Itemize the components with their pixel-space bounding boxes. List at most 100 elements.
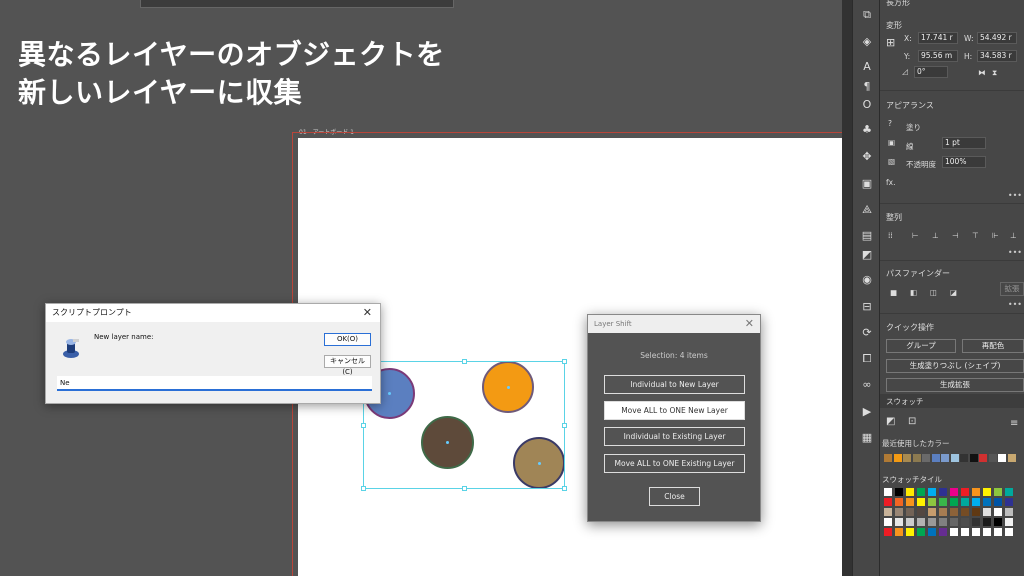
swatch[interactable]	[939, 488, 947, 496]
swatch-grid-icon[interactable]: ⊡	[908, 416, 916, 427]
reference-point-icon[interactable]: ⊞	[886, 36, 895, 49]
individual-to-existing-layer-button[interactable]: Individual to Existing Layer	[604, 427, 745, 446]
stroke-weight-field[interactable]: 1 pt	[942, 137, 986, 149]
appearance-icon[interactable]: ◉	[860, 273, 874, 287]
selection-bounding-box[interactable]	[361, 359, 567, 491]
swatch[interactable]	[983, 498, 991, 506]
swatch[interactable]	[1005, 508, 1013, 516]
individual-to-new-layer-button[interactable]: Individual to New Layer	[604, 375, 745, 394]
swatch[interactable]	[884, 518, 892, 526]
more-options-icon[interactable]: •••	[1008, 300, 1022, 309]
swatch[interactable]	[906, 528, 914, 536]
swatch[interactable]	[961, 518, 969, 526]
more-options-icon[interactable]: •••	[1008, 248, 1022, 257]
swatch[interactable]	[972, 488, 980, 496]
align-middle-icon[interactable]: ⊩	[992, 231, 999, 240]
swatch[interactable]	[906, 488, 914, 496]
close-icon[interactable]: ✕	[745, 317, 754, 330]
list-view-icon[interactable]: ≡	[1010, 418, 1018, 429]
links-icon[interactable]: ⟳	[860, 326, 874, 340]
swatch[interactable]	[928, 518, 936, 526]
swatch[interactable]	[972, 508, 980, 516]
move-all-to-one-existing-layer-button[interactable]: Move ALL to ONE Existing Layer	[604, 454, 745, 473]
swatch[interactable]	[950, 508, 958, 516]
unite-icon[interactable]: ■	[890, 288, 897, 297]
swatch[interactable]	[917, 518, 925, 526]
swatch[interactable]	[1007, 454, 1016, 462]
swatch[interactable]	[884, 528, 892, 536]
angle-field[interactable]: 0°	[914, 66, 948, 78]
swatch[interactable]	[972, 498, 980, 506]
resize-handle[interactable]	[361, 423, 366, 428]
swatch[interactable]	[961, 528, 969, 536]
align-to-icon[interactable]: ⁞⁞	[888, 231, 893, 240]
link-icon[interactable]: ∞	[860, 378, 874, 392]
swatch[interactable]	[884, 454, 892, 462]
swatch[interactable]	[994, 498, 1002, 506]
swatch[interactable]	[893, 454, 902, 462]
swatch[interactable]	[895, 488, 903, 496]
swatches-tab[interactable]: スウォッチ	[886, 396, 924, 407]
swatch[interactable]	[961, 498, 969, 506]
recolor-button[interactable]: 再配色	[962, 339, 1024, 353]
minus-front-icon[interactable]: ◧	[910, 288, 917, 297]
swatch[interactable]	[884, 508, 892, 516]
gradient-icon[interactable]: ◩	[860, 248, 874, 262]
align-bottom-icon[interactable]: ⊥	[1010, 231, 1017, 240]
swatch[interactable]	[961, 488, 969, 496]
swatch[interactable]	[922, 454, 930, 462]
resize-handle[interactable]	[562, 423, 567, 428]
ok-button[interactable]: OK(O)	[324, 333, 371, 346]
layer-name-input[interactable]	[57, 376, 372, 391]
fx-button[interactable]: fx.	[886, 178, 895, 187]
swatch[interactable]	[906, 498, 914, 506]
fill-stroke-icon[interactable]: ◩	[886, 416, 895, 427]
paragraph-icon[interactable]: ¶	[860, 80, 874, 94]
swatch[interactable]	[884, 488, 892, 496]
swatch[interactable]	[895, 508, 903, 516]
swatch[interactable]	[983, 508, 991, 516]
swatch[interactable]	[972, 528, 980, 536]
swatch[interactable]	[939, 498, 947, 506]
layers-icon[interactable]: ◈	[860, 35, 874, 49]
resize-handle[interactable]	[562, 486, 567, 491]
swatch[interactable]	[950, 488, 958, 496]
swatch[interactable]	[917, 528, 925, 536]
align-icon[interactable]: ⊟	[860, 300, 874, 314]
expand-button[interactable]: 拡張	[1000, 282, 1024, 296]
swatch[interactable]	[983, 518, 991, 526]
image-trace-icon[interactable]: ▤	[860, 229, 874, 243]
swatch[interactable]	[969, 454, 978, 462]
opacity-field[interactable]: 100%	[942, 156, 986, 168]
swatch[interactable]	[906, 518, 914, 526]
swatch[interactable]	[906, 508, 914, 516]
swatch[interactable]	[928, 498, 936, 506]
group-button[interactable]: グループ	[886, 339, 956, 353]
swatch[interactable]	[941, 454, 949, 462]
swatch[interactable]	[950, 498, 958, 506]
align-center-icon[interactable]: ⊥	[932, 231, 939, 240]
generative-fill-button[interactable]: 生成塗りつぶし (シェイプ)	[886, 359, 1024, 373]
flip-horizontal-icon[interactable]: ⧓	[978, 68, 986, 77]
asset-export-icon[interactable]: ▦	[860, 431, 874, 445]
resize-handle[interactable]	[361, 486, 366, 491]
resize-handle[interactable]	[562, 359, 567, 364]
intersect-icon[interactable]: ◫	[930, 288, 937, 297]
move-all-to-one-new-layer-button[interactable]: Move ALL to ONE New Layer	[604, 401, 745, 420]
width-field[interactable]: 54.492 r	[977, 32, 1017, 44]
close-button[interactable]: Close	[649, 487, 700, 506]
resize-handle[interactable]	[462, 359, 467, 364]
swatch[interactable]	[939, 508, 947, 516]
swatch[interactable]	[950, 518, 958, 526]
swatch[interactable]	[994, 488, 1002, 496]
swatch[interactable]	[960, 454, 968, 462]
generative-expand-button[interactable]: 生成拡張	[886, 378, 1024, 392]
swatch[interactable]	[1005, 498, 1013, 506]
puppet-icon[interactable]: ✥	[860, 150, 874, 164]
swatch[interactable]	[939, 518, 947, 526]
transform-icon[interactable]: ⟁	[860, 203, 874, 217]
flip-vertical-icon[interactable]: ⧗	[992, 68, 997, 78]
swatch[interactable]	[903, 454, 911, 462]
swatch[interactable]	[895, 518, 903, 526]
swatch[interactable]	[988, 454, 997, 462]
